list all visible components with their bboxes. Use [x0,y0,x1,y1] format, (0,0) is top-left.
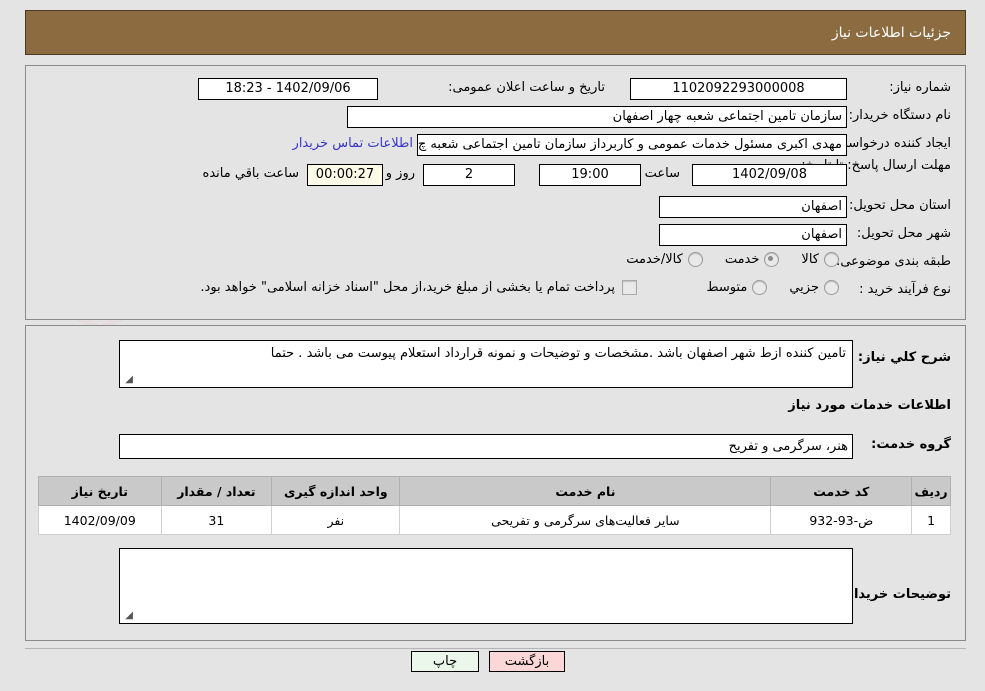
radio-khedmat-icon[interactable] [764,252,780,267]
process-option-motavaset[interactable]: متوسط [706,280,768,295]
table-header-row: ردیف کد خدمت نام خدمت واحد اندازه گیری ت… [38,476,951,506]
buyer-contact-link[interactable]: اطلاعات تماس خریدار [293,136,413,151]
need-details-panel: شرح کلي نياز: تامین کننده ازط شهر اصفهان… [25,325,966,641]
print-button[interactable]: چاپ [411,651,479,672]
remaining-days-value: 2 [423,164,515,186]
service-group-label: گروه خدمت: [871,437,951,452]
delivery-province-value: اصفهان [659,196,847,218]
purchase-process-label: نوع فرآیند خرید : [859,282,951,297]
col-radif: ردیف [911,476,951,506]
category-option-kala-khedmat-label: کالا/خدمت [626,252,683,267]
announce-datetime-value: 1402/09/06 - 18:23 [198,78,378,100]
services-section-title: اطلاعات خدمات مورد نیاز [788,398,951,413]
page-root: AriaTender.net جزئیات اطلاعات نیاز شماره… [0,0,985,691]
process-option-jozei[interactable]: جزیي [789,280,839,295]
days-label: روز و [385,166,415,181]
col-qty: تعداد / مقدار [160,476,273,506]
treasury-bond-label: پرداخت تمام یا بخشی از مبلغ خرید،از محل … [200,280,615,295]
general-description-text: تامین کننده ازط شهر اصفهان باشد .مشخصات … [270,346,846,361]
process-option-motavaset-label: متوسط [706,280,748,295]
cell-unit: نفر [271,505,401,535]
col-unit: واحد اندازه گیری [271,476,401,506]
cell-radif: 1 [911,505,951,535]
col-code: کد خدمت [770,476,913,506]
cell-date: 1402/09/09 [38,505,162,535]
buyer-org-value: سازمان تامین اجتماعی شعبه چهار اصفهان [347,106,847,128]
countdown-label: ساعت باقي مانده [202,166,299,181]
cell-code: ض-93-932 [770,505,913,535]
deadline-date-value: 1402/09/08 [692,164,847,186]
cell-name: سایر فعالیت‌های سرگرمی و تفریحی [399,505,772,535]
buyer-notes-label: توضیحات خریدار; [841,587,951,602]
need-number-label: شماره نیاز: [889,80,951,95]
table-row: 1 ض-93-932 سایر فعالیت‌های سرگرمی و تفری… [38,505,951,535]
announce-datetime-label: تاریخ و ساعت اعلان عمومی: [448,80,605,95]
need-summary-panel: شماره نیاز: 1102092293000008 تاریخ و ساع… [25,65,966,320]
category-option-kala-label: کالا [801,252,819,267]
radio-kala-khedmat-icon[interactable] [687,252,703,267]
footer-divider [25,648,966,649]
hour-label: ساعت [644,166,680,181]
service-group-value: هنر، سرگرمی و تفریح [119,434,853,459]
resize-grip-icon[interactable]: ◢ [123,375,133,385]
request-creator-label: ایجاد کننده درخواست: [831,136,951,151]
category-option-kala-khedmat[interactable]: کالا/خدمت [626,252,703,267]
need-number-value: 1102092293000008 [630,78,847,100]
window-titlebar: جزئیات اطلاعات نیاز [25,10,966,55]
radio-kala-icon[interactable] [824,252,839,267]
delivery-city-value: اصفهان [659,224,847,246]
buyer-notes-textarea[interactable]: ◢ [119,548,853,624]
request-creator-value: مهدی اکبری مسئول خدمات عمومی و کاربرداز … [417,134,847,156]
category-option-kala[interactable]: کالا [801,252,839,267]
services-table: ردیف کد خدمت نام خدمت واحد اندازه گیری ت… [38,476,951,535]
delivery-city-label: شهر محل تحویل: [856,226,951,241]
subject-category-label: طبقه بندی موضوعی: [835,254,951,269]
buyer-org-label: نام دستگاه خریدار: [848,108,951,123]
general-description-textarea[interactable]: تامین کننده ازط شهر اصفهان باشد .مشخصات … [119,340,853,388]
cell-qty: 31 [160,505,273,535]
process-option-jozei-label: جزیي [789,280,819,295]
countdown-timer-value: 00:00:27 [307,164,383,186]
treasury-bond-checkbox[interactable] [622,280,637,295]
radio-motavaset-icon[interactable] [752,280,768,295]
resize-grip-icon-2[interactable]: ◢ [123,611,133,621]
page-title: جزئیات اطلاعات نیاز [831,24,951,41]
general-description-label: شرح کلي نياز: [857,350,951,365]
col-name: نام خدمت [399,476,772,506]
category-option-khedmat[interactable]: خدمت [725,252,780,267]
delivery-province-label: استان محل تحویل: [849,198,951,213]
radio-jozei-icon[interactable] [824,280,839,295]
col-date: تاریخ نیاز [38,476,162,506]
back-button[interactable]: بازگشت [489,651,565,672]
category-option-khedmat-label: خدمت [724,252,760,267]
deadline-hour-value: 19:00 [539,164,641,186]
